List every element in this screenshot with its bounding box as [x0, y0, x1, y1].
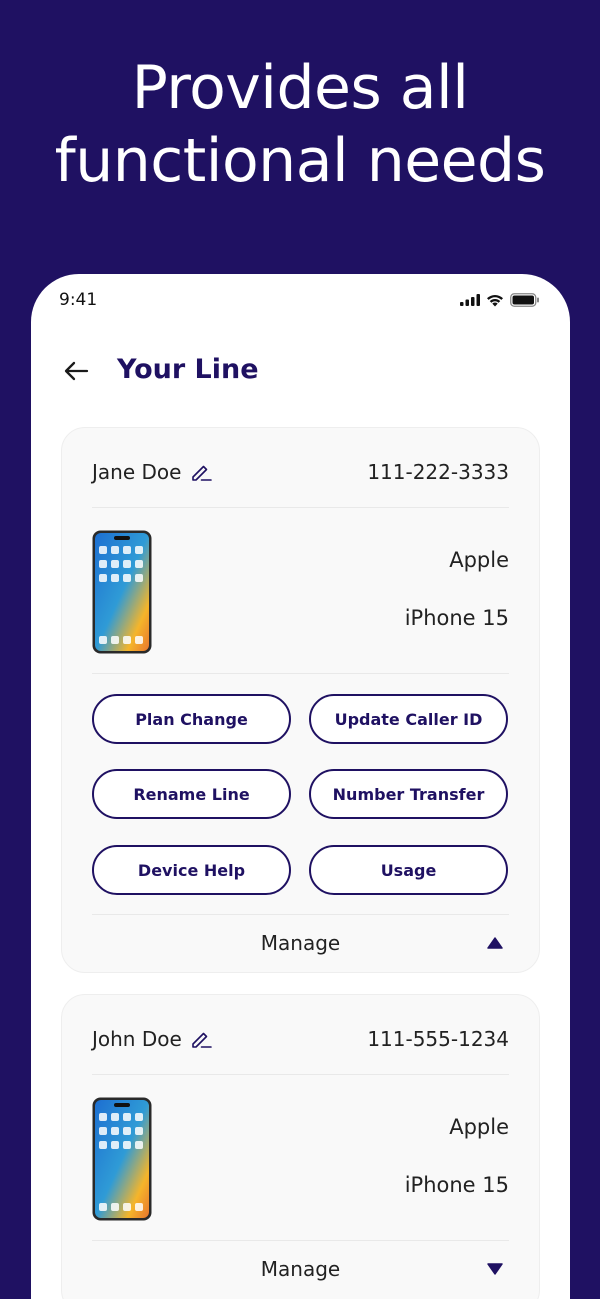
iphone-device-image [92, 1097, 152, 1221]
device-help-button[interactable]: Device Help [92, 845, 291, 895]
line-card-header: John Doe 111-555-1234 [92, 995, 509, 1075]
device-info: Apple iPhone 15 [92, 508, 509, 674]
iphone-device-image [92, 530, 152, 654]
line-card: John Doe 111-555-1234 Apple iPhone 15 Ma… [61, 994, 540, 1299]
line-card: Jane Doe 111-222-3333 Apple iPhone 15 Pl… [61, 427, 540, 973]
number-transfer-button[interactable]: Number Transfer [309, 769, 508, 819]
device-brand: Apple [449, 1115, 509, 1139]
line-phone-number: 111-555-1234 [367, 1027, 509, 1051]
manage-label: Manage [260, 1257, 341, 1281]
device-brand: Apple [449, 548, 509, 572]
page-title: Your Line [117, 354, 259, 385]
signal-icon [460, 294, 480, 306]
battery-icon [510, 293, 539, 307]
phone-screen: 9:41 Your Line Jane Doe 111-222-3333 App… [31, 274, 570, 1299]
status-bar: 9:41 [31, 274, 570, 330]
caret-up-icon[interactable] [487, 936, 503, 950]
nav-bar: Your Line [31, 344, 570, 398]
device-model: iPhone 15 [404, 1173, 509, 1197]
status-time: 9:41 [59, 290, 98, 310]
device-info: Apple iPhone 15 [92, 1075, 509, 1241]
line-card-header: Jane Doe 111-222-3333 [92, 428, 509, 508]
manage-toggle[interactable]: Manage [92, 1241, 509, 1297]
device-model: iPhone 15 [404, 606, 509, 630]
line-phone-number: 111-222-3333 [367, 460, 509, 484]
manage-label: Manage [260, 931, 341, 955]
usage-button[interactable]: Usage [309, 845, 508, 895]
headline-line-1: Provides all [131, 53, 469, 123]
caret-down-icon[interactable] [487, 1262, 503, 1276]
line-actions: Plan Change Update Caller ID Rename Line… [92, 694, 509, 904]
pencil-edit-icon[interactable] [189, 1027, 213, 1051]
status-icons [460, 293, 540, 307]
line-name: John Doe [92, 1027, 182, 1051]
headline-line-2: functional needs [54, 126, 546, 196]
update-caller-id-button[interactable]: Update Caller ID [309, 694, 508, 744]
manage-toggle[interactable]: Manage [92, 914, 509, 970]
plan-change-button[interactable]: Plan Change [92, 694, 291, 744]
headline: Provides all functional needs [0, 52, 600, 198]
rename-line-button[interactable]: Rename Line [92, 769, 291, 819]
wifi-icon [487, 294, 503, 306]
pencil-edit-icon[interactable] [189, 460, 213, 484]
arrow-left-icon[interactable] [61, 356, 91, 386]
line-name: Jane Doe [92, 460, 182, 484]
